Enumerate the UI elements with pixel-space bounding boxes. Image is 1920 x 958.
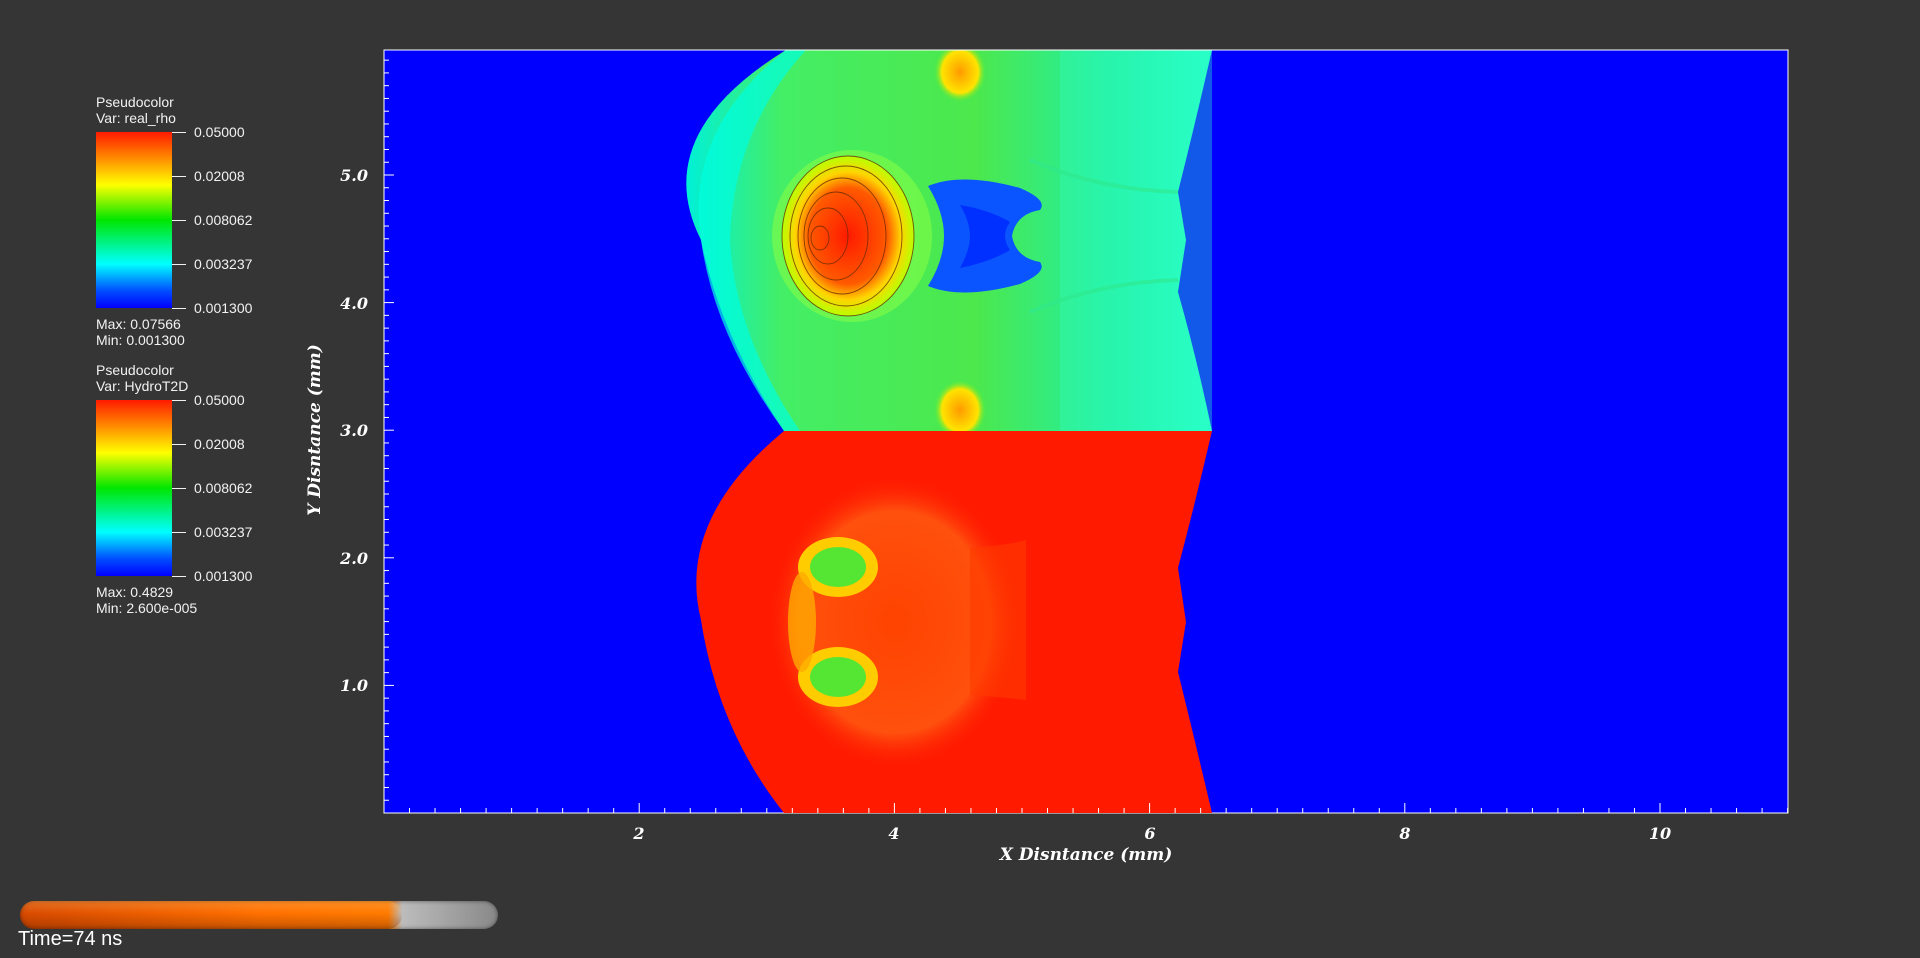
time-label: Time=74 ns	[18, 928, 123, 950]
y-tick-label: 5.0	[340, 166, 368, 185]
y-tick-label: 1.0	[340, 676, 368, 695]
y-tick-label: 2.0	[339, 549, 368, 568]
time-progress-fill	[20, 901, 403, 929]
y-tick-label: 4.0	[340, 294, 368, 313]
y-axis-label: Y Disntance (mm)	[305, 344, 325, 516]
temperature-field	[696, 431, 1212, 813]
x-tick-label: 6	[1144, 824, 1155, 843]
x-axis-label: X Disntance (mm)	[999, 845, 1173, 865]
x-tick-label: 10	[1649, 824, 1671, 843]
time-progress-bar[interactable]	[20, 901, 498, 929]
density-field	[686, 50, 1212, 431]
x-tick-label: 8	[1398, 824, 1410, 843]
x-tick-label: 4	[888, 824, 899, 843]
x-tick-label: 2	[632, 824, 644, 843]
pseudocolor-plot[interactable]: 2 4 6 8 10 5.0 4.0 3.0 2.0 1.0 X Disntan…	[0, 0, 1920, 958]
y-tick-label: 3.0	[340, 421, 368, 440]
